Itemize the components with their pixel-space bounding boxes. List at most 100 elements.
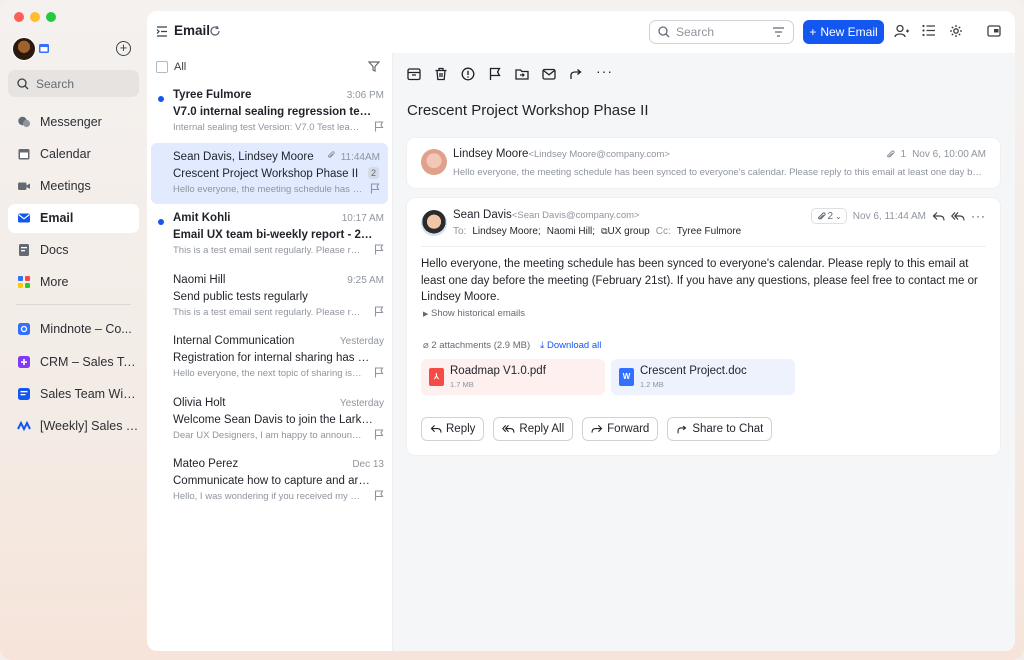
reply-label: Reply <box>446 423 476 435</box>
message-actions: Reply Reply All Forward Share to Chat <box>421 417 773 441</box>
attachment-file[interactable]: W Crescent Project.doc 1.2 MB <box>611 359 795 395</box>
flag-icon[interactable] <box>374 428 384 443</box>
forward-button[interactable]: Forward <box>582 417 659 441</box>
collapse-sidebar-icon[interactable] <box>156 26 168 37</box>
flag-icon[interactable] <box>488 67 502 81</box>
recipient-group[interactable]: ⧉UX group <box>601 226 650 237</box>
flag-icon[interactable] <box>374 490 384 504</box>
search-icon <box>658 26 670 38</box>
minimize-window-button[interactable] <box>30 12 40 22</box>
mail-preview: Hello, I was wondering if you received m… <box>173 491 363 502</box>
add-icon[interactable]: + <box>116 41 131 56</box>
select-all-checkbox[interactable] <box>156 61 168 73</box>
more-icon[interactable]: ··· <box>971 209 986 223</box>
sender-line: Lindsey Moore<Lindsey Moore@company.com> <box>453 148 670 160</box>
download-all-label: Download all <box>546 340 602 351</box>
share-to-chat-button[interactable]: Share to Chat <box>667 417 773 441</box>
list-header: All <box>147 53 392 81</box>
mail-subject: Send public tests regularly <box>173 290 308 303</box>
funnel-filter-icon[interactable] <box>368 61 380 72</box>
flag-icon[interactable] <box>374 305 384 320</box>
to-label: To: <box>453 226 467 237</box>
recipient[interactable]: Lindsey Moore; <box>472 226 540 237</box>
mail-list-item[interactable]: Tyree Fulmore 3:06 PM V7.0 internal sealin… <box>147 81 392 143</box>
select-all-label: All <box>174 61 187 73</box>
mail-time-wrap: 9:25 AM <box>347 273 384 288</box>
more-icon[interactable]: ··· <box>596 64 612 81</box>
sidebar-item-email[interactable]: Email <box>8 203 139 233</box>
mail-list: Tyree Fulmore 3:06 PM V7.0 internal sealin… <box>147 81 392 512</box>
settings-gear-icon[interactable] <box>949 24 963 38</box>
attachments-count-label: 2 attachments <box>431 340 492 351</box>
download-icon: ⤓ <box>540 340 545 351</box>
mail-list-item[interactable]: Internal Communication Yesterday Registrat… <box>147 327 392 389</box>
sidebar-item-messenger[interactable]: Messenger <box>8 107 139 136</box>
chevron-down-icon: ⌄ <box>835 211 842 221</box>
recipient[interactable]: Naomi Hill; <box>547 226 595 237</box>
mail-time: Yesterday <box>339 397 384 409</box>
mail-sender: Olivia Holt <box>173 396 226 409</box>
cc-recipient[interactable]: Tyree Fulmore <box>677 226 741 237</box>
flag-icon[interactable] <box>374 121 384 135</box>
flag-icon[interactable] <box>374 367 384 381</box>
wave-doc-icon <box>17 420 31 432</box>
reply-all-icon[interactable] <box>951 211 965 222</box>
pinned-item-crm[interactable]: CRM – Sales Te... <box>8 347 139 376</box>
file-size: 1.7 MB <box>450 380 474 389</box>
sidebar-item-calendar[interactable]: Calendar <box>8 139 139 168</box>
sidebar-item-docs[interactable]: Docs <box>8 236 139 265</box>
sender-name: Lindsey Moore <box>453 148 529 160</box>
pinned-item-weekly[interactable]: [Weekly] Sales T... <box>8 412 139 441</box>
sidebar-item-meetings[interactable]: Meetings <box>8 171 139 200</box>
reply-button[interactable]: Reply <box>421 417 485 441</box>
list-view-icon[interactable] <box>922 24 936 37</box>
mail-list-item[interactable]: Amit Kohli 10:17 AM Email UX team bi-weekl… <box>147 204 392 266</box>
message-body: Hello everyone, the meeting schedule has… <box>421 258 978 303</box>
download-all-link[interactable]: ⤓ Download all <box>540 340 601 351</box>
sidebar-item-more[interactable]: More <box>8 268 139 297</box>
search-input[interactable]: Search <box>649 20 794 44</box>
sidebar-search[interactable]: Search <box>8 70 139 97</box>
maximize-window-button[interactable] <box>46 12 56 22</box>
spam-alert-icon[interactable] <box>461 67 475 81</box>
message-meta: 2 ⌄ Nov 6, 11:44 AM ··· <box>810 208 986 224</box>
archive-icon[interactable] <box>407 67 421 81</box>
move-folder-icon[interactable] <box>515 67 529 81</box>
filter-icon[interactable] <box>772 26 785 38</box>
reply-all-button[interactable]: Reply All <box>493 417 574 441</box>
wiki-icon <box>18 387 30 400</box>
mail-list-item[interactable]: Naomi Hill 9:25 AM Send public tests regul… <box>147 266 392 328</box>
recipients-line: To: Lindsey Moore; Naomi Hill; ⧉UX group… <box>453 226 741 237</box>
trash-icon[interactable] <box>434 67 448 81</box>
mark-unread-icon[interactable] <box>542 67 556 81</box>
pinned-item-wiki[interactable]: Sales Team Wiki... <box>8 379 139 408</box>
add-contact-icon[interactable] <box>894 24 909 38</box>
show-history-toggle[interactable]: ▶ Show historical emails <box>423 308 525 319</box>
close-window-button[interactable] <box>14 12 24 22</box>
reply-icon[interactable] <box>932 211 945 222</box>
new-email-label: New Email <box>820 25 878 39</box>
new-email-button[interactable]: + New Email <box>803 20 884 44</box>
mail-time: 11:44AM <box>340 151 380 163</box>
refresh-icon[interactable] <box>209 25 221 37</box>
file-name: Crescent Project.doc <box>640 365 747 377</box>
collapsed-message[interactable]: Lindsey Moore<Lindsey Moore@company.com>… <box>407 138 1000 188</box>
pinned-item-mindnote[interactable]: Mindnote – Co... <box>8 315 139 344</box>
mail-list-item[interactable]: Sean Davis, Lindsey Moore 11:44AM Crescent… <box>151 142 388 204</box>
popout-window-icon[interactable] <box>987 24 1001 37</box>
mail-list-item[interactable]: Mateo Perez Dec 13 Communicate how to capt… <box>147 450 392 512</box>
attachments-chip[interactable]: 2 ⌄ <box>810 208 847 224</box>
mail-preview: Dear UX Designers, I am happy to announc… <box>173 429 363 441</box>
mail-time-wrap: Yesterday <box>340 334 384 349</box>
attachment-clip-icon: ⌀ <box>423 340 429 351</box>
attachment-file[interactable]: ⅄ Roadmap V1.0.pdf 1.7 MB <box>421 359 605 395</box>
flag-icon[interactable] <box>374 244 384 258</box>
user-avatar[interactable] <box>12 37 36 61</box>
mail-time: 10:17 AM <box>341 213 384 224</box>
share-icon[interactable] <box>569 67 583 81</box>
mail-time-wrap: 10:17 AM <box>342 211 384 226</box>
mail-time: Yesterday <box>339 336 384 347</box>
mail-sender: Internal Communication <box>173 335 295 347</box>
flag-icon[interactable] <box>370 182 380 197</box>
mail-list-item[interactable]: Olivia Holt Yesterday Welcome Sean Davis t… <box>147 389 392 451</box>
